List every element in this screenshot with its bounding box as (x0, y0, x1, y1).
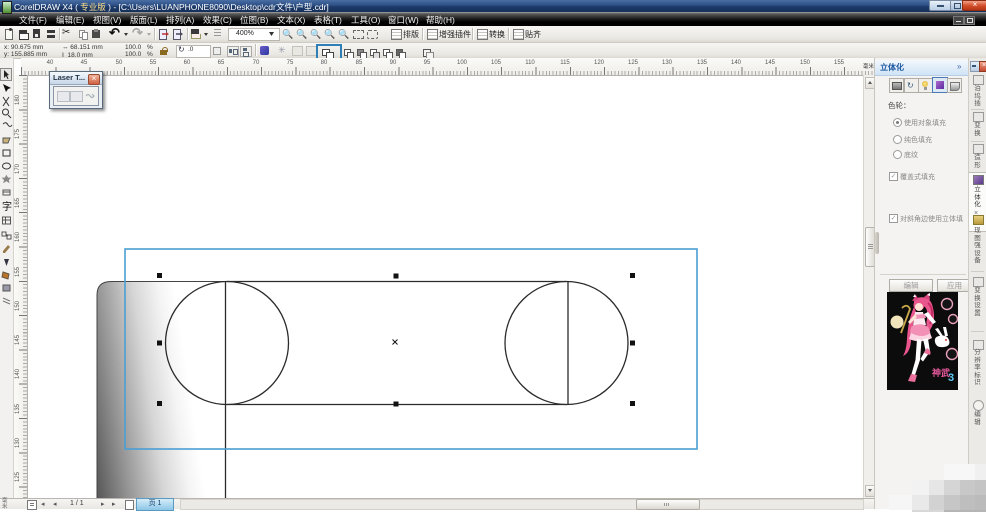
svg-text:3: 3 (948, 372, 954, 384)
svg-text:字: 字 (2, 200, 12, 213)
